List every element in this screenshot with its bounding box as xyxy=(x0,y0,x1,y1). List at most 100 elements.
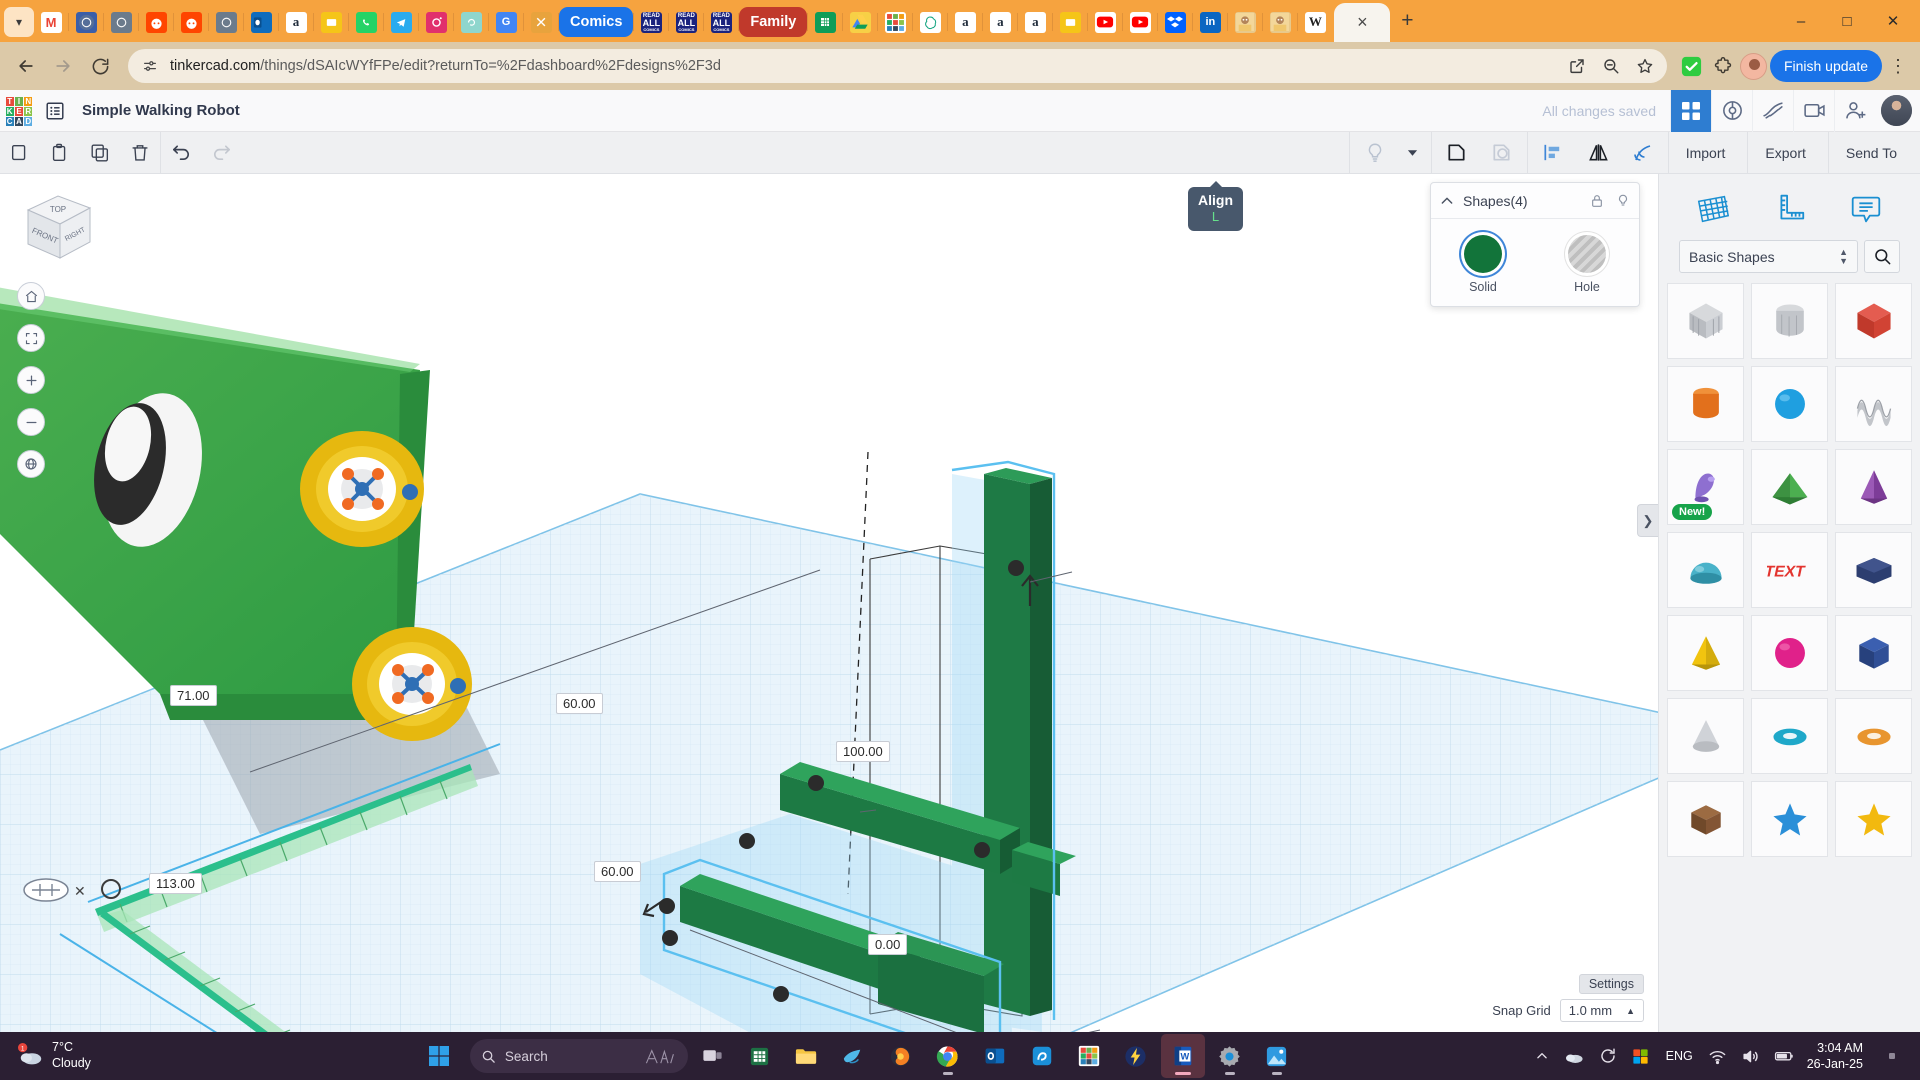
tab-all-comic-1[interactable]: READ ALL COMICS xyxy=(634,5,668,39)
tab-firefox-3[interactable] xyxy=(209,5,243,39)
dim-60-top[interactable]: 60.00 xyxy=(556,693,603,714)
shape-tile-paraboloid-purple[interactable]: New! xyxy=(1667,449,1744,525)
undo-button[interactable] xyxy=(161,132,201,174)
page-title[interactable]: Simple Walking Robot xyxy=(82,102,240,119)
export-button[interactable]: Export xyxy=(1747,131,1822,174)
zoom-in-button[interactable] xyxy=(17,366,45,394)
shape-tile-sphere-pink[interactable] xyxy=(1751,615,1828,691)
finish-update-button[interactable]: Finish update xyxy=(1769,50,1882,82)
shape-tile-box-brown[interactable] xyxy=(1667,781,1744,857)
tab-all-comic-2[interactable]: READ ALL COMICS xyxy=(669,5,703,39)
dim-60-bottom[interactable]: 60.00 xyxy=(594,861,641,882)
tab-gmail[interactable]: M xyxy=(34,5,68,39)
avatar[interactable] xyxy=(1881,95,1912,126)
tab-avatar-tab-1[interactable] xyxy=(1228,5,1262,39)
settings-button[interactable] xyxy=(1208,1034,1252,1078)
tab-firefox-1[interactable] xyxy=(69,5,103,39)
tab-linkedin[interactable]: in xyxy=(1193,5,1227,39)
update-icon[interactable] xyxy=(1594,1036,1622,1076)
solid-option[interactable]: Solid xyxy=(1431,235,1535,294)
address-bar[interactable]: tinkercad.com/things/dSAIcWYfFPe/edit?re… xyxy=(128,49,1667,83)
shape-tile-cylinder-gray[interactable] xyxy=(1751,283,1828,359)
tab-reddit-2[interactable] xyxy=(174,5,208,39)
forward-button[interactable] xyxy=(46,49,80,83)
weather-widget[interactable]: 1 7°C Cloudy xyxy=(8,1040,101,1071)
tinkercad-logo[interactable]: TIN KER CAD xyxy=(0,90,38,132)
orbit-button[interactable] xyxy=(17,450,45,478)
shape-tile-pyramid-yellow[interactable] xyxy=(1667,615,1744,691)
chrome-button[interactable] xyxy=(926,1034,970,1078)
copilot-button[interactable] xyxy=(1020,1034,1064,1078)
solid-swatch[interactable] xyxy=(1464,235,1502,273)
shape-tile-text-red[interactable]: TEXT xyxy=(1751,532,1828,608)
hole-option[interactable]: Hole xyxy=(1535,235,1639,294)
copy-button[interactable] xyxy=(0,132,40,174)
tab-google-drive[interactable] xyxy=(843,5,877,39)
visibility-bulb-icon[interactable] xyxy=(1615,193,1631,209)
close-window-button[interactable]: ✕ xyxy=(1870,0,1916,42)
clock[interactable]: 3:04 AM 26-Jan-25 xyxy=(1803,1040,1873,1073)
stepper-caret-icon[interactable]: ▲ ▼ xyxy=(1839,247,1848,266)
new-tab-button[interactable]: + xyxy=(1390,4,1424,38)
fit-view-button[interactable] xyxy=(17,324,45,352)
invite-people-button[interactable] xyxy=(1834,89,1875,132)
start-button[interactable] xyxy=(417,1034,461,1078)
grid-view-button[interactable] xyxy=(1670,89,1711,132)
tab-telegram[interactable] xyxy=(384,5,418,39)
dim-113[interactable]: 113.00 xyxy=(149,873,202,894)
snap-grid-value[interactable]: 1.0 mm ▲ xyxy=(1559,999,1644,1022)
dim-0[interactable]: 0.00 xyxy=(868,934,908,955)
home-view-button[interactable] xyxy=(17,282,45,310)
shape-tile-wave-gray[interactable] xyxy=(1835,366,1912,442)
align-button[interactable] xyxy=(1533,132,1573,174)
word-button[interactable]: W xyxy=(1160,1034,1205,1078)
shape-tile-star-yellow[interactable] xyxy=(1835,781,1912,857)
redo-button[interactable] xyxy=(201,132,241,174)
simulate-button[interactable] xyxy=(1752,89,1793,132)
tab-note-2[interactable] xyxy=(1053,5,1087,39)
share-icon[interactable] xyxy=(1567,57,1587,75)
teams-icon[interactable] xyxy=(1627,1036,1655,1076)
language-indicator[interactable]: ENG xyxy=(1660,1049,1699,1063)
tab-amazon-3[interactable]: a xyxy=(983,5,1017,39)
workplane-icon[interactable] xyxy=(1694,190,1732,228)
ruler-icon[interactable] xyxy=(1770,190,1808,228)
tab-google-translate[interactable]: G xyxy=(489,5,523,39)
project-properties-button[interactable] xyxy=(38,94,72,128)
shape-tile-roof-green[interactable] xyxy=(1751,449,1828,525)
reload-button[interactable] xyxy=(83,49,117,83)
tab-family[interactable]: Family xyxy=(739,7,808,37)
send-to-button[interactable]: Send To xyxy=(1827,131,1914,174)
tab-dropbox[interactable] xyxy=(1158,5,1192,39)
tab-all-comic-3[interactable]: READ ALL COMICS xyxy=(704,5,738,39)
duplicate-button[interactable] xyxy=(80,132,120,174)
view-cube[interactable]: TOP FRONT RIGHT xyxy=(20,188,98,266)
tab-firefox-2[interactable] xyxy=(104,5,138,39)
tab-instagram[interactable] xyxy=(419,5,453,39)
settings-button[interactable]: Settings xyxy=(1578,974,1644,994)
tab-outlook[interactable] xyxy=(244,5,278,39)
light-bulb-button[interactable] xyxy=(1355,132,1395,174)
bookmark-star-icon[interactable] xyxy=(1635,57,1655,75)
ungroup-button[interactable] xyxy=(1482,132,1522,174)
tutorials-button[interactable] xyxy=(1793,89,1834,132)
shape-tile-star-blue[interactable] xyxy=(1751,781,1828,857)
tab-threads[interactable] xyxy=(454,5,488,39)
shape-tile-box-red[interactable] xyxy=(1835,283,1912,359)
shape-tile-sphere-blue[interactable] xyxy=(1751,366,1828,442)
collapse-chevron-icon[interactable] xyxy=(1439,193,1455,209)
dim-71[interactable]: 71.00 xyxy=(170,685,217,706)
search-input[interactable]: Search xyxy=(469,1039,688,1073)
file-explorer-button[interactable] xyxy=(785,1034,829,1078)
shape-tile-torus-cyan[interactable] xyxy=(1751,698,1828,774)
zoom-out-icon[interactable] xyxy=(1601,57,1621,75)
tab-tinkercad[interactable] xyxy=(878,5,912,39)
shape-tile-cone-gray[interactable] xyxy=(1667,698,1744,774)
extension-checkmark-icon[interactable] xyxy=(1678,52,1706,80)
note-icon[interactable] xyxy=(1847,190,1885,228)
search-button[interactable] xyxy=(1864,240,1900,273)
mirror-button[interactable] xyxy=(1578,132,1618,174)
dim-100[interactable]: 100.00 xyxy=(836,741,890,762)
flash-button[interactable] xyxy=(1114,1034,1158,1078)
browser-menu-button[interactable]: ⋮ xyxy=(1885,56,1911,77)
